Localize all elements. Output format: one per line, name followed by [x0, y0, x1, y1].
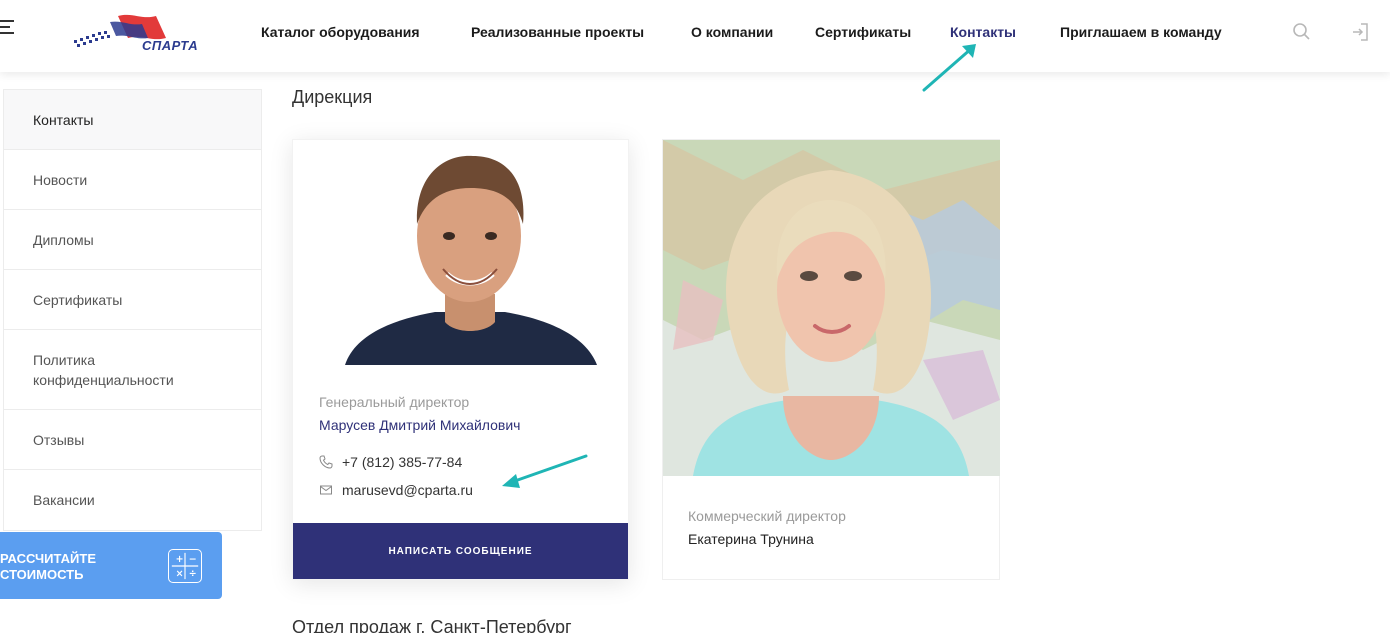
nav-careers[interactable]: Приглашаем в команду — [1060, 24, 1222, 40]
employee-role: Генеральный директор — [319, 394, 470, 410]
employee-name: Марусев Дмитрий Михайлович — [319, 417, 521, 433]
logo[interactable]: СПАРТА — [70, 12, 205, 56]
employee-name: Екатерина Трунина — [688, 531, 814, 547]
employee-role: Коммерческий директор — [688, 508, 846, 524]
nav-projects[interactable]: Реализованные проекты — [471, 24, 644, 40]
mail-icon — [320, 485, 332, 495]
employee-card: Коммерческий директор Екатерина Трунина — [662, 139, 1000, 580]
annotation-arrow-icon — [502, 454, 588, 488]
employee-photo — [663, 140, 1000, 476]
sidebar-item-certificates[interactable]: Сертификаты — [4, 270, 261, 330]
sidebar-item-privacy[interactable]: Политика конфиденциальности — [4, 330, 261, 410]
phone-icon — [319, 455, 333, 469]
email-link[interactable]: marusevd@cparta.ru — [342, 482, 473, 498]
svg-text:÷: ÷ — [189, 568, 197, 579]
sidebar-item-reviews[interactable]: Отзывы — [4, 410, 261, 470]
employee-photo — [345, 144, 597, 365]
write-message-button[interactable]: НАПИСАТЬ СООБЩЕНИЕ — [293, 523, 628, 579]
section-title-sales-spb: Отдел продаж г. Санкт-Петербург — [292, 617, 572, 633]
calculator-icon: + − × ÷ — [168, 549, 202, 583]
sidebar-item-contacts[interactable]: Контакты — [4, 90, 261, 150]
email-row: marusevd@cparta.ru — [319, 482, 473, 498]
login-icon[interactable] — [1350, 22, 1370, 42]
site-header: СПАРТА Каталог оборудования Реализованны… — [0, 0, 1390, 72]
sidebar-item-diplomas[interactable]: Дипломы — [4, 210, 261, 270]
calculate-cost-button[interactable]: РАССЧИТАЙТЕ СТОИМОСТЬ + − × ÷ — [0, 532, 222, 599]
nav-about[interactable]: О компании — [691, 24, 773, 40]
nav-catalog[interactable]: Каталог оборудования — [261, 24, 420, 40]
svg-text:×: × — [176, 568, 184, 579]
section-title-direction: Дирекция — [292, 87, 373, 107]
search-icon[interactable] — [1292, 22, 1312, 42]
sidebar-item-label: Политика конфиденциальности — [33, 351, 174, 388]
sidebar-item-news[interactable]: Новости — [4, 150, 261, 210]
phone-row: +7 (812) 385-77-84 — [319, 454, 462, 470]
sidebar-menu: Контакты Новости Дипломы Сертификаты Пол… — [3, 89, 262, 531]
logo-text: СПАРТА — [142, 38, 199, 53]
svg-text:+: + — [176, 554, 184, 565]
nav-certificates[interactable]: Сертификаты — [815, 24, 911, 40]
sidebar-item-vacancies[interactable]: Вакансии — [4, 470, 261, 530]
employee-card: Генеральный директор Марусев Дмитрий Мих… — [292, 139, 629, 580]
svg-text:−: − — [189, 554, 197, 565]
phone-number[interactable]: +7 (812) 385-77-84 — [342, 454, 462, 470]
menu-icon[interactable] — [0, 20, 20, 40]
annotation-arrow-icon — [922, 44, 976, 92]
